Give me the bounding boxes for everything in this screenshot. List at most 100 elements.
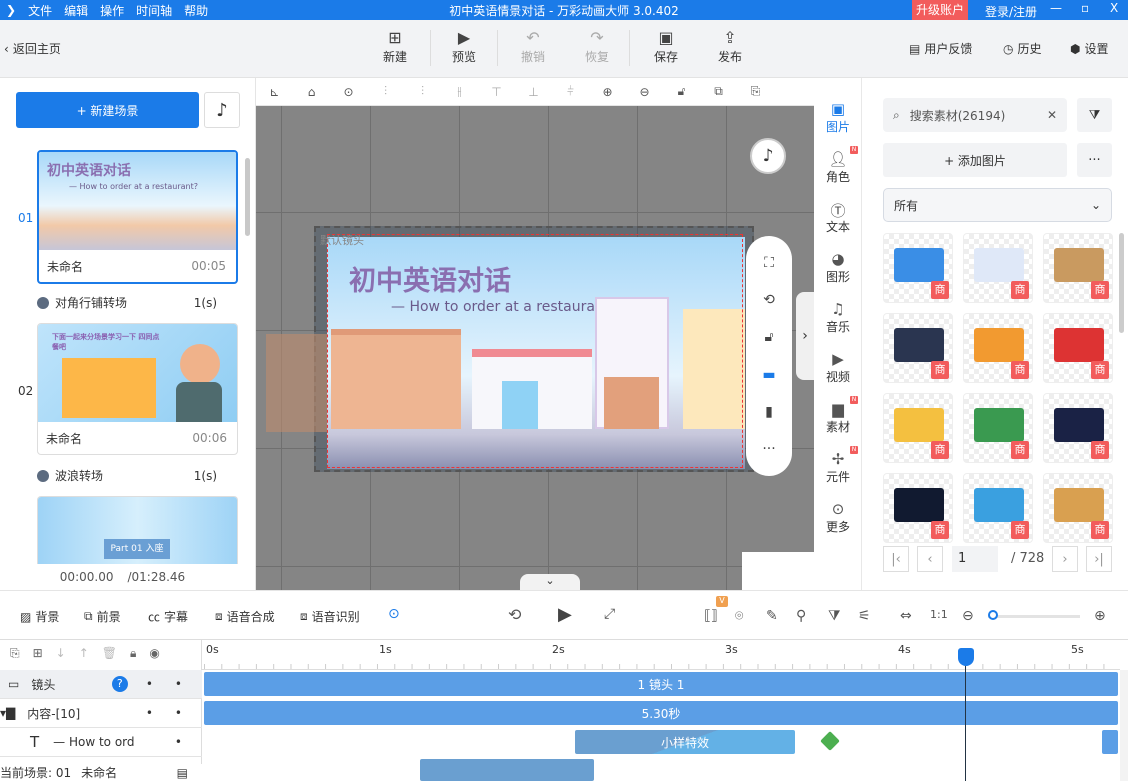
first-page-button[interactable]: |‹ — [883, 546, 909, 572]
more-icon[interactable]: ··· — [762, 441, 775, 457]
category-more[interactable]: ⊙ 更多 — [814, 500, 862, 535]
asset-tile-leaves[interactable]: 商 — [963, 393, 1033, 463]
asset-tile-lanterns[interactable]: 商 — [1043, 313, 1113, 383]
align-top-icon[interactable]: ⊤ — [478, 85, 515, 99]
camera-icon[interactable]: ⌾ — [735, 608, 743, 624]
category-image[interactable]: ▣ 图片 — [814, 100, 862, 135]
replay-icon[interactable]: ⟲ — [508, 605, 521, 624]
page-input[interactable]: 1 — [952, 546, 998, 572]
rotate-icon[interactable]: ⟲ — [763, 292, 775, 308]
add-track-icon[interactable]: ⎘ — [10, 646, 20, 661]
filter-button[interactable]: ⧩ — [1077, 98, 1112, 132]
category-text[interactable]: Ⓣ 文本 — [814, 200, 862, 235]
asset-tile-monitor[interactable]: 商 — [963, 233, 1033, 303]
help-icon[interactable]: ? — [111, 676, 128, 692]
sliders-icon[interactable]: ⚟ — [858, 608, 871, 624]
add-keyframe-icon[interactable] — [820, 731, 840, 751]
portrait-screen-icon[interactable]: ▮ — [765, 404, 773, 420]
timeline[interactable]: 0s 1s 2s 3s 4s 5s 1 镜头 1 5.30秒 小样特效 — [202, 640, 1128, 781]
redo-button[interactable]: ↷ 恢复 — [575, 28, 619, 65]
visibility-icon[interactable]: ◉ — [149, 646, 159, 661]
fit-icon[interactable]: ⟦⟧ — [704, 608, 718, 624]
next-page-button[interactable]: › — [1052, 546, 1078, 572]
settings-button[interactable]: ⬢ 设置 — [1070, 40, 1109, 57]
move-down-icon[interactable]: ↓ — [56, 646, 66, 661]
landscape-screen-icon[interactable]: ▬ — [762, 367, 775, 383]
foreground-button[interactable]: ⧉ 前景 — [84, 608, 121, 625]
timeline-scrollbar[interactable] — [1120, 670, 1128, 781]
home-icon[interactable]: ⌂ — [293, 85, 330, 99]
category-shape[interactable]: ◕ 图形 — [814, 250, 862, 285]
asset-tile-forklift[interactable]: 商 — [963, 313, 1033, 383]
preview-button[interactable]: ▶ 预览 — [442, 28, 486, 65]
align-left-icon[interactable]: ⫶ — [367, 84, 404, 99]
time-ruler[interactable] — [202, 640, 1120, 670]
category-music[interactable]: ♫ 音乐 — [814, 300, 862, 335]
more-options-button[interactable]: ··· — [1077, 143, 1112, 177]
asset-scrollbar[interactable] — [1119, 233, 1124, 333]
last-page-button[interactable]: ›| — [1086, 546, 1112, 572]
history-button[interactable]: ◷ 历史 — [1003, 40, 1042, 57]
asset-tile-tv[interactable]: 商 — [883, 473, 953, 543]
transition-item[interactable]: 波浪转场 1(s) — [37, 467, 217, 484]
play-button[interactable]: ▶ — [558, 604, 572, 625]
canvas-stage[interactable]: 初中英语对话 — How to order at a restaurant? 默… — [256, 106, 814, 590]
marker-icon[interactable]: ⚲ — [796, 608, 806, 624]
asset-tile-fireworks[interactable]: 商 — [883, 393, 953, 463]
zoom-out-icon[interactable]: ⊖ — [626, 85, 663, 99]
book-icon[interactable]: ▤ — [177, 766, 188, 780]
track-text[interactable]: T — How to ord • — [0, 728, 202, 757]
fit-width-icon[interactable]: ⇔ — [900, 608, 912, 624]
unlock-icon[interactable]: 🔓︎ — [764, 329, 773, 345]
asset-search-input[interactable]: ⌕ 搜索素材(26194) ✕ — [883, 98, 1067, 132]
zoom-slider-handle[interactable] — [987, 610, 998, 620]
transition-item[interactable]: 对角行铺转场 1(s) — [37, 294, 217, 311]
scene-card-03[interactable]: Part 01 入座 — [37, 496, 238, 564]
publish-button[interactable]: ⇪ 发布 — [708, 28, 752, 65]
fullscreen-icon[interactable]: ⤢ — [604, 606, 615, 622]
copy-icon[interactable]: ⧉ — [700, 84, 737, 99]
asset-tile-blackboard[interactable]: 商 — [1043, 393, 1113, 463]
camera-bar[interactable]: 1 镜头 1 — [204, 672, 1118, 696]
save-button[interactable]: ▣ 保存 — [644, 28, 688, 65]
align-middle-icon[interactable]: ⫩ — [552, 84, 589, 99]
align-right-icon[interactable]: ⫶ — [404, 84, 441, 99]
menu-operate[interactable]: 操作 — [100, 2, 124, 19]
unlock-icon[interactable]: 🔓︎ — [663, 84, 700, 99]
background-button[interactable]: ▨ 背景 — [20, 608, 59, 625]
category-folder[interactable]: ▆ 素材 N — [814, 396, 862, 435]
track-content[interactable]: ▾▇ 内容-[10] • • — [0, 699, 202, 728]
speech-recognition-button[interactable]: ⧈ 语音识别 — [300, 608, 360, 625]
close-button[interactable]: X — [1110, 1, 1118, 15]
menu-timeline[interactable]: 时间轴 — [136, 2, 172, 19]
asset-tile-boxes[interactable]: 商 — [1043, 233, 1113, 303]
upgrade-button[interactable]: 升级账户 — [912, 0, 969, 20]
scene-card-01[interactable]: 初中英语对话 — How to order at a restaurant? 未… — [37, 150, 238, 284]
collapse-timeline-button[interactable]: ⌄ — [520, 574, 580, 590]
music-toggle-button[interactable]: ♪ — [750, 138, 786, 174]
new-scene-button[interactable]: + 新建场景 — [16, 92, 199, 128]
scene-list-scrollbar[interactable] — [245, 158, 250, 236]
clear-icon[interactable]: ✕ — [1047, 108, 1057, 122]
more-circle-icon[interactable]: ⊙ — [330, 85, 367, 99]
effect-bar[interactable] — [1102, 730, 1118, 754]
category-person[interactable]: 👤︎ 角色 N — [814, 146, 862, 185]
actual-size-icon[interactable]: 1:1 — [930, 608, 948, 621]
asset-tile-worker[interactable]: 商 — [883, 313, 953, 383]
scene-card-02[interactable]: 下面一起来分场景学习一下 四同点餐吧 未命名 00:06 — [37, 323, 238, 455]
zoom-in-icon[interactable]: ⊕ — [589, 85, 626, 99]
category-video[interactable]: ▶ 视频 — [814, 350, 862, 385]
subtitle-button[interactable]: ㏄字幕 — [148, 608, 188, 625]
category-select[interactable]: 所有 ⌄ — [883, 188, 1112, 222]
minimize-button[interactable]: — — [1050, 1, 1062, 15]
menu-file[interactable]: 文件 — [28, 2, 52, 19]
playhead-handle[interactable] — [958, 648, 975, 666]
edit-icon[interactable]: ✎ — [766, 608, 778, 624]
align-bottom-icon[interactable]: ⊥ — [515, 85, 552, 99]
add-folder-icon[interactable]: ⊞ — [33, 646, 43, 661]
effect-bar[interactable]: 小样特效 — [575, 730, 795, 754]
prev-page-button[interactable]: ‹ — [917, 546, 943, 572]
filter-icon[interactable]: ⧩ — [828, 608, 841, 624]
login-link[interactable]: 登录/注册 — [985, 3, 1037, 20]
maximize-button[interactable]: ▫ — [1081, 1, 1089, 15]
